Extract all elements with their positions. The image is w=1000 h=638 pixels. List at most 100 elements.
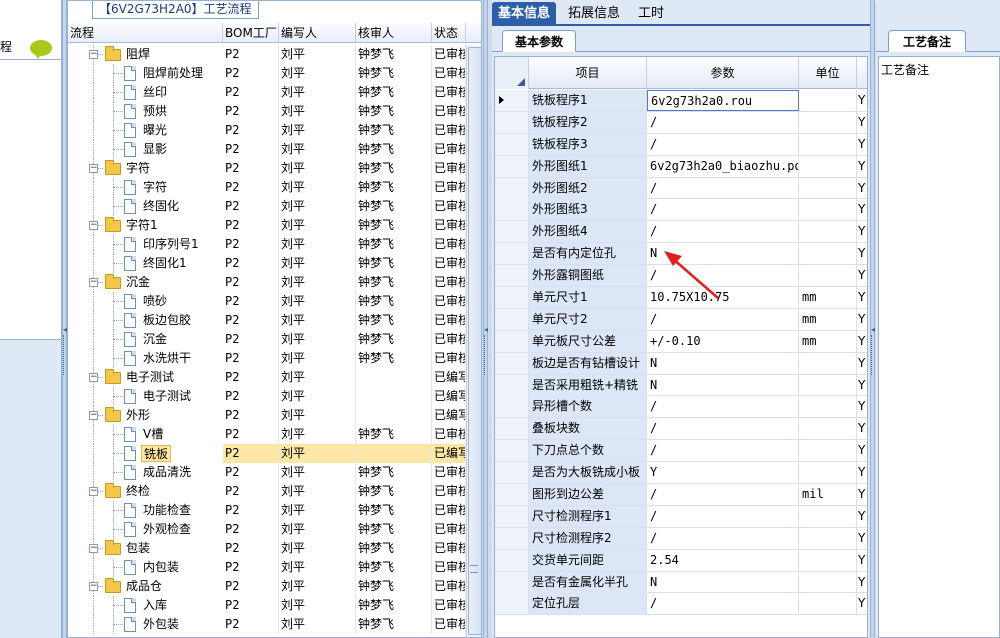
param-unit-cell[interactable]: [799, 593, 857, 615]
tree-node-label[interactable]: 字符: [124, 160, 152, 177]
param-unit-cell[interactable]: [799, 418, 857, 440]
row-header[interactable]: [495, 199, 529, 221]
param-unit-cell[interactable]: [799, 243, 857, 265]
param-value-cell[interactable]: /: [647, 199, 799, 221]
tree-col-flow[interactable]: 流程: [68, 23, 223, 43]
param-value-cell[interactable]: /: [647, 177, 799, 199]
row-header[interactable]: [495, 287, 529, 309]
param-unit-cell[interactable]: [799, 505, 857, 527]
param-value-cell[interactable]: 6v2g73h2a0.rou: [647, 90, 799, 111]
tab-work-hours[interactable]: 工时: [632, 2, 670, 26]
param-unit-cell[interactable]: mm: [799, 308, 857, 330]
tree-step-row[interactable]: 曝光 P2刘平钟梦飞已审核: [68, 121, 481, 140]
tree-group-row[interactable]: − 字符1 P2刘平钟梦飞已审核: [68, 216, 481, 235]
tree-col-bom[interactable]: BOM工厂: [223, 23, 279, 43]
param-row[interactable]: 是否为大板铣成小板 Y Y: [495, 462, 867, 485]
row-header[interactable]: [495, 330, 529, 352]
tree-node-label[interactable]: 入库: [141, 597, 169, 614]
tree-group-row[interactable]: − 阻焊 P2刘平钟梦飞已审核: [68, 45, 481, 64]
param-unit-cell[interactable]: [799, 265, 857, 287]
param-row[interactable]: 叠板块数 / Y: [495, 418, 867, 441]
param-unit-cell[interactable]: [799, 396, 857, 418]
row-header[interactable]: [495, 352, 529, 374]
splitter-grip[interactable]: [63, 335, 66, 375]
tree-node-label[interactable]: 终固化1: [141, 255, 189, 272]
tree-step-row[interactable]: 外观检查 P2刘平钟梦飞已审核: [68, 520, 481, 539]
tree-node-label[interactable]: 沉金: [124, 274, 152, 291]
param-value-cell[interactable]: 10.75X10.75: [647, 287, 799, 309]
tree-node-label[interactable]: 铣板: [141, 445, 172, 462]
notes-body[interactable]: 工艺备注: [878, 56, 1000, 638]
param-unit-cell[interactable]: [799, 440, 857, 462]
row-header[interactable]: [495, 571, 529, 593]
tree-node-label[interactable]: 终固化: [141, 198, 181, 215]
param-unit-cell[interactable]: mm: [799, 287, 857, 309]
collapse-toggle-icon[interactable]: −: [89, 411, 98, 420]
tree-step-row[interactable]: 字符 P2刘平钟梦飞已审核: [68, 178, 481, 197]
row-header[interactable]: [495, 308, 529, 330]
row-header[interactable]: [495, 111, 529, 133]
row-header[interactable]: [495, 462, 529, 484]
param-value-cell[interactable]: /: [647, 133, 799, 155]
param-row[interactable]: 是否有金属化半孔 N Y: [495, 571, 867, 594]
param-row[interactable]: 下刀点总个数 / Y: [495, 440, 867, 463]
collapse-toggle-icon[interactable]: −: [89, 278, 98, 287]
param-row[interactable]: 尺寸检测程序1/ Y: [495, 505, 867, 528]
param-row[interactable]: 定位孔层 / Y: [495, 593, 867, 616]
param-row[interactable]: 外形图纸1 6v2g73h2a0_biaozhu.pdf Y: [495, 155, 867, 178]
tree-scroll-thumb[interactable]: [468, 47, 481, 635]
param-value-cell[interactable]: N: [647, 374, 799, 396]
tree-step-row[interactable]: 内包装 P2刘平钟梦飞已审核: [68, 558, 481, 577]
grid-col-item[interactable]: 项目: [529, 57, 647, 89]
param-value-cell[interactable]: 2.54: [647, 549, 799, 571]
tree-group-row[interactable]: − 包装 P2刘平钟梦飞已审核: [68, 539, 481, 558]
param-unit-cell[interactable]: [799, 527, 857, 549]
row-header[interactable]: [495, 243, 529, 265]
tree-step-row[interactable]: 电子测试 P2刘平 已编写: [68, 387, 481, 406]
tree-node-label[interactable]: 阻焊前处理: [141, 65, 205, 82]
param-row[interactable]: 单元尺寸2/mm Y: [495, 308, 867, 331]
tab-extended-info[interactable]: 拓展信息: [562, 2, 626, 26]
tree-node-label[interactable]: 丝印: [141, 84, 169, 101]
param-value-cell[interactable]: 6v2g73h2a0_biaozhu.pdf: [647, 155, 799, 177]
splitter-grip[interactable]: [871, 335, 874, 375]
param-row[interactable]: 外形图纸3/ Y: [495, 199, 867, 222]
param-value-cell[interactable]: /: [647, 440, 799, 462]
collapse-toggle-icon[interactable]: −: [89, 582, 98, 591]
tree-step-row[interactable]: 印序列号1 P2刘平钟梦飞已审核: [68, 235, 481, 254]
param-row[interactable]: 单元板尺寸公差 +/-0.10 mm Y: [495, 330, 867, 353]
tree-node-label[interactable]: 沉金: [141, 331, 169, 348]
param-row[interactable]: 是否有内定位孔 N Y: [495, 243, 867, 266]
param-unit-cell[interactable]: [799, 111, 857, 133]
tree-node-label[interactable]: 曝光: [141, 122, 169, 139]
tree-node-label[interactable]: 外观检查: [141, 521, 193, 538]
tree-step-row[interactable]: 成品清洗 P2刘平钟梦飞已审核: [68, 463, 481, 482]
tree-node-label[interactable]: 阻焊: [124, 46, 152, 63]
row-header[interactable]: [495, 484, 529, 506]
row-header[interactable]: [495, 374, 529, 396]
scroll-grip-icon[interactable]: [470, 565, 478, 573]
tree-node-label[interactable]: 电子测试: [141, 388, 193, 405]
tree-node-label[interactable]: 包装: [124, 540, 152, 557]
tree-scrollbar[interactable]: [466, 45, 481, 637]
tree-node-label[interactable]: 显影: [141, 141, 169, 158]
middle-splitter[interactable]: ◂: [483, 0, 488, 638]
param-row[interactable]: 是否采用粗铣+精铣 N Y: [495, 374, 867, 397]
param-value-cell[interactable]: /: [647, 418, 799, 440]
tree-node-label[interactable]: 喷砂: [141, 293, 169, 310]
param-value-cell[interactable]: N: [647, 571, 799, 593]
tree-node-label[interactable]: 内包装: [141, 559, 181, 576]
tab-process-notes[interactable]: 工艺备注: [888, 30, 967, 52]
tree-node-label[interactable]: 成品清洗: [141, 464, 193, 481]
tree-step-row[interactable]: 沉金 P2刘平钟梦飞已审核: [68, 330, 481, 349]
param-value-cell[interactable]: +/-0.10: [647, 330, 799, 352]
param-value-cell[interactable]: /: [647, 527, 799, 549]
param-value-cell[interactable]: Y: [647, 462, 799, 484]
tree-step-row[interactable]: V槽 P2刘平钟梦飞已审核: [68, 425, 481, 444]
right-splitter[interactable]: ◂: [870, 0, 875, 638]
param-value-cell[interactable]: /: [647, 265, 799, 287]
param-row[interactable]: 单元尺寸1 10.75X10.75 mm Y: [495, 287, 867, 309]
tree-step-row[interactable]: 预烘 P2刘平钟梦飞已审核: [68, 102, 481, 121]
param-row[interactable]: 异形槽个数 / Y: [495, 396, 867, 419]
tree-col-writer[interactable]: 编写人: [279, 23, 356, 43]
